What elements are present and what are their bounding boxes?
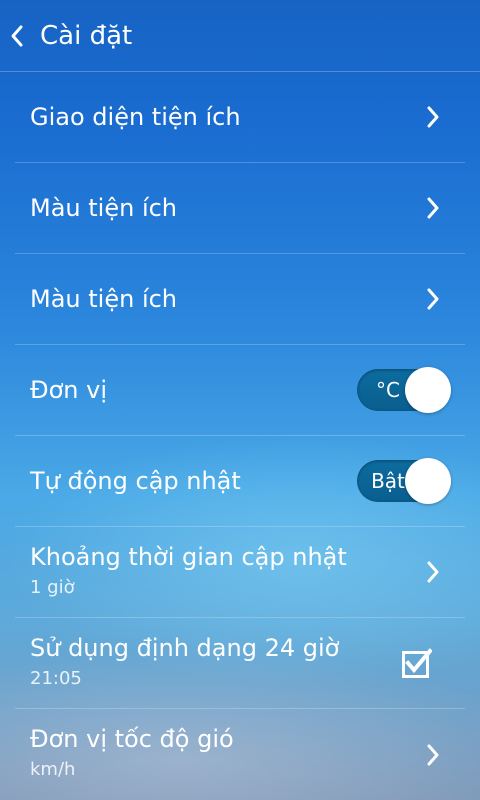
setting-widget-interface[interactable]: Giao diện tiện ích	[15, 72, 465, 163]
setting-update-interval[interactable]: Khoảng thời gian cập nhật 1 giờ	[15, 527, 465, 618]
setting-wind-speed-unit[interactable]: Đơn vị tốc độ gió km/h	[15, 709, 465, 800]
back-button[interactable]	[0, 0, 36, 72]
setting-widget-color[interactable]: Màu tiện ích	[15, 163, 465, 254]
chevron-right-icon	[427, 106, 439, 128]
setting-24h-format[interactable]: Sử dụng định dạng 24 giờ 21:05	[15, 618, 465, 709]
setting-value: km/h	[30, 759, 76, 780]
setting-auto-update: Tự động cập nhật Bật	[15, 436, 465, 527]
settings-list: Giao diện tiện ích Màu tiện ích Màu tiện…	[0, 72, 480, 800]
setting-label: Sử dụng định dạng 24 giờ	[30, 634, 340, 662]
chevron-left-icon	[11, 25, 23, 46]
setting-label: Màu tiện ích	[30, 194, 178, 222]
app-header: Cài đặt	[0, 0, 480, 72]
unit-toggle[interactable]: °C	[357, 367, 451, 413]
chevron-right-icon	[427, 197, 439, 219]
setting-widget-color-2[interactable]: Màu tiện ích	[15, 254, 465, 345]
toggle-knob	[405, 458, 451, 504]
page-title: Cài đặt	[40, 20, 133, 51]
auto-update-toggle[interactable]: Bật	[357, 458, 451, 504]
setting-label: Khoảng thời gian cập nhật	[30, 543, 347, 571]
chevron-right-icon	[427, 561, 439, 583]
toggle-knob	[405, 367, 451, 413]
chevron-right-icon	[427, 744, 439, 765]
setting-label: Giao diện tiện ích	[30, 103, 241, 131]
setting-label: Tự động cập nhật	[30, 467, 241, 495]
setting-unit: Đơn vị °C	[15, 345, 465, 436]
setting-label: Màu tiện ích	[30, 285, 178, 313]
chevron-right-icon	[427, 288, 439, 310]
setting-label: Đơn vị tốc độ gió	[30, 725, 234, 753]
setting-value: 21:05	[30, 668, 82, 689]
setting-label: Đơn vị	[30, 376, 107, 404]
checkbox-checked-icon[interactable]	[402, 648, 432, 678]
setting-value: 1 giờ	[30, 577, 75, 598]
